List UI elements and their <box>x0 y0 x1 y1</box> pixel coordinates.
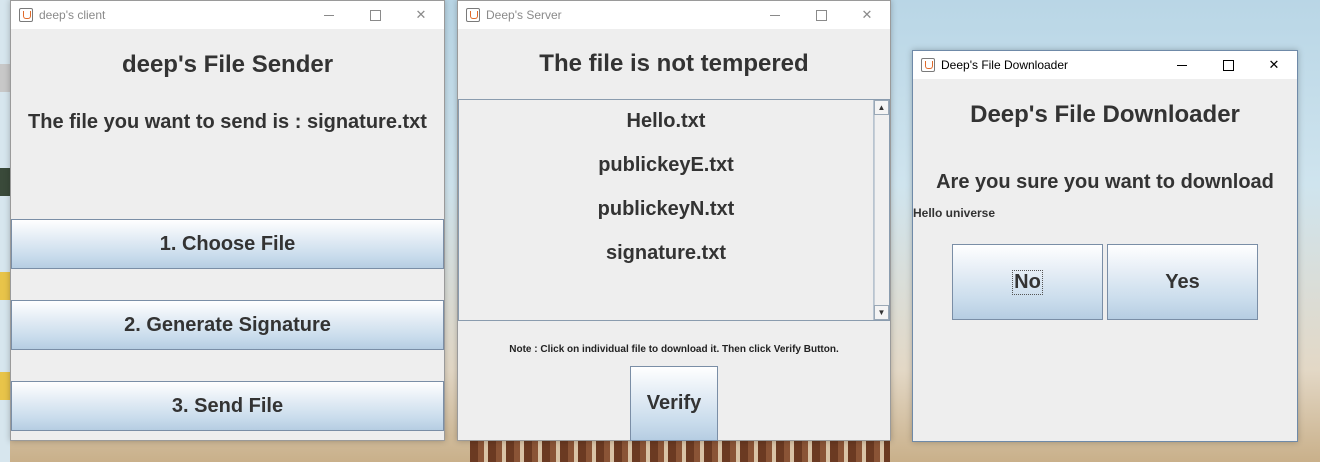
download-question: Are you sure you want to download <box>936 171 1274 193</box>
desktop-icon[interactable] <box>0 272 10 300</box>
instruction-note: Note : Click on individual file to downl… <box>509 344 839 355</box>
maximize-icon[interactable] <box>352 1 398 29</box>
java-app-icon <box>19 8 33 22</box>
yes-button[interactable]: Yes <box>1107 244 1258 320</box>
maximize-icon[interactable] <box>798 1 844 29</box>
client-window: deep's client deep's File Sender The fil… <box>10 0 445 441</box>
downloader-titlebar[interactable]: Deep's File Downloader <box>913 51 1297 79</box>
choose-file-button[interactable]: 1. Choose File <box>11 219 444 269</box>
generate-signature-button[interactable]: 2. Generate Signature <box>11 300 444 350</box>
verify-label: Verify <box>646 392 702 414</box>
choose-file-label: 1. Choose File <box>159 232 296 255</box>
list-item[interactable]: publickeyE.txt <box>459 154 873 177</box>
no-button[interactable]: No <box>952 244 1103 320</box>
send-file-label: 3. Send File <box>171 394 284 417</box>
generate-signature-label: 2. Generate Signature <box>124 313 331 336</box>
scroll-up-arrow-icon[interactable]: ▲ <box>874 100 889 115</box>
scroll-track[interactable] <box>874 115 889 305</box>
desktop-icon[interactable] <box>0 168 10 196</box>
verification-status: The file is not tempered <box>539 50 809 77</box>
server-window: Deep's Server The file is not tempered H… <box>457 0 891 441</box>
maximize-icon[interactable] <box>1205 51 1251 79</box>
list-item[interactable]: Hello.txt <box>459 110 873 133</box>
no-label: No <box>1012 269 1043 295</box>
minimize-icon[interactable] <box>1159 51 1205 79</box>
minimize-icon[interactable] <box>306 1 352 29</box>
list-item[interactable]: signature.txt <box>459 242 873 265</box>
close-icon[interactable] <box>398 1 444 29</box>
selected-file-text: The file you want to send is : signature… <box>28 111 427 133</box>
desktop-icon[interactable] <box>0 372 10 400</box>
window-title: deep's client <box>39 8 106 22</box>
java-app-icon <box>466 8 480 22</box>
window-title: Deep's Server <box>486 8 562 22</box>
close-icon[interactable] <box>844 1 890 29</box>
verify-button[interactable]: Verify <box>630 366 718 441</box>
list-item[interactable]: publickeyN.txt <box>459 198 873 221</box>
java-app-icon <box>921 58 935 72</box>
yes-label: Yes <box>1165 270 1200 293</box>
vertical-scrollbar[interactable]: ▲ ▼ <box>873 100 889 320</box>
downloader-window: Deep's File Downloader Deep's File Downl… <box>912 50 1298 442</box>
downloader-heading: Deep's File Downloader <box>970 101 1240 128</box>
close-icon[interactable] <box>1251 51 1297 79</box>
client-titlebar[interactable]: deep's client <box>11 1 444 29</box>
scroll-down-arrow-icon[interactable]: ▼ <box>874 305 889 320</box>
minimize-icon[interactable] <box>752 1 798 29</box>
send-file-button[interactable]: 3. Send File <box>11 381 444 431</box>
file-list[interactable]: Hello.txt publickeyE.txt publickeyN.txt … <box>458 99 890 321</box>
client-heading: deep's File Sender <box>121 51 334 78</box>
file-content-preview: Hello universe <box>913 206 996 220</box>
window-title: Deep's File Downloader <box>941 58 1069 72</box>
desktop-icon[interactable] <box>0 64 10 92</box>
server-titlebar[interactable]: Deep's Server <box>458 1 890 29</box>
